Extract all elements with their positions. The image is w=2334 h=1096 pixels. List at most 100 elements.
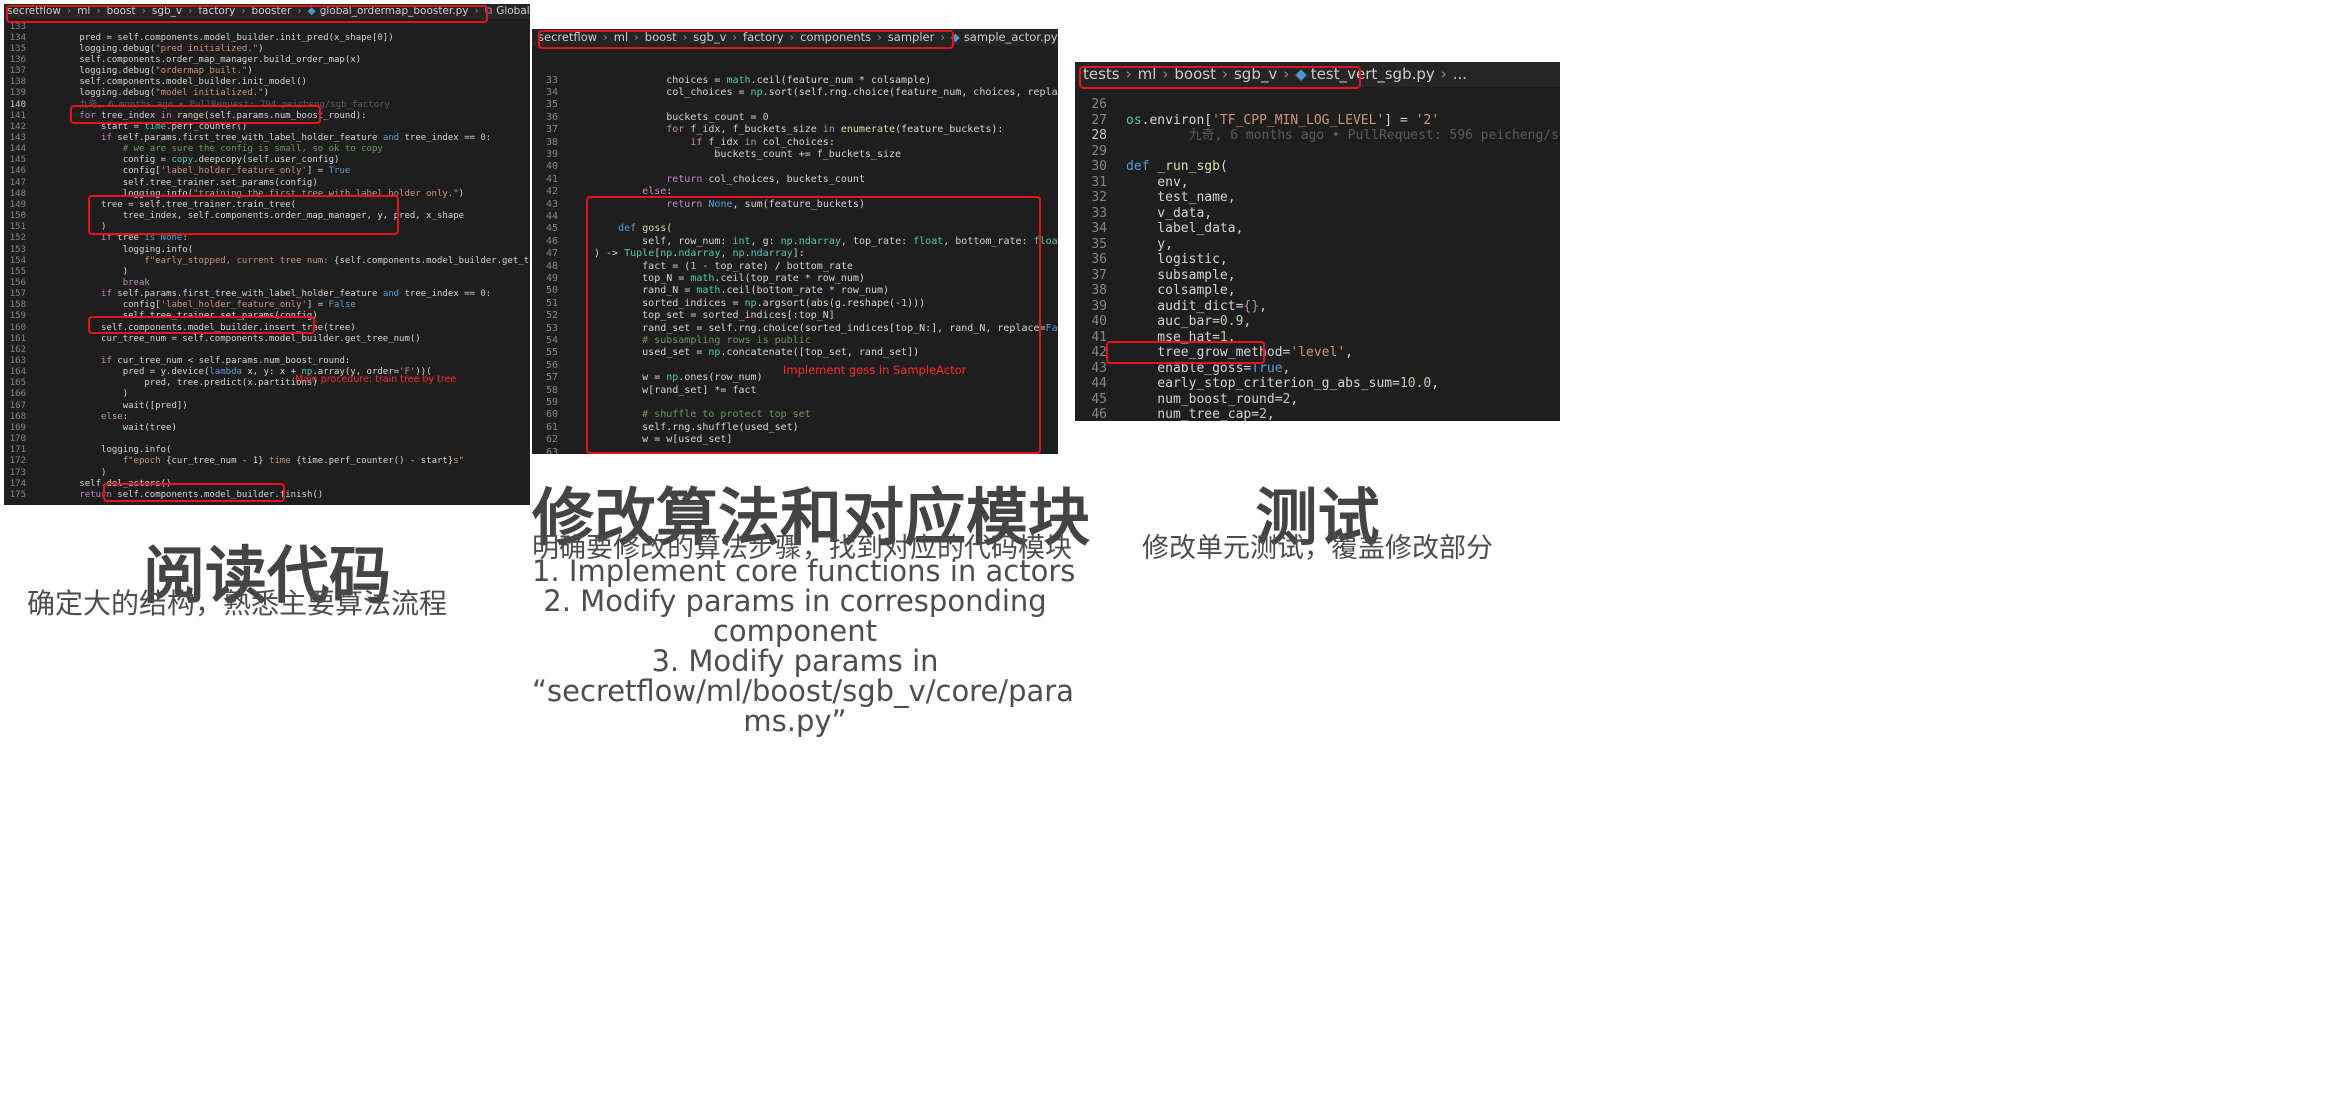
code-line: 37 for f_idx, f_buckets_size in enumerat… xyxy=(532,124,1058,136)
breadcrumb-item[interactable]: factory xyxy=(743,30,784,44)
code-line: 31 env, xyxy=(1075,175,1560,191)
line-number: 154 xyxy=(9,255,26,266)
line-number: 35 xyxy=(545,99,558,111)
code-line: 39 audit_dict={}, xyxy=(1075,299,1560,315)
code-line: 34 col_choices = np.sort(self.rng.choice… xyxy=(532,87,1058,99)
breadcrumb-item[interactable]: ml xyxy=(614,30,628,44)
code-token: float xyxy=(1033,235,1058,247)
code-token: "ordermap built." xyxy=(155,66,248,77)
code-line: 60 # shuffle to protect top set xyxy=(532,409,1058,421)
line-number: 160 xyxy=(9,322,26,333)
code-line: 49 top_N = math.ceil(top_rate * row_num) xyxy=(532,273,1058,285)
code-line: 55 used_set = np.concatenate([top_set, r… xyxy=(532,347,1058,359)
code-token: , xyxy=(1259,298,1267,314)
code-line: 38 if f_idx in col_choices: xyxy=(532,137,1058,149)
chevron-right-icon: › xyxy=(940,30,945,44)
code-line: 36 buckets_count = 0 xyxy=(532,112,1058,124)
line-number: 61 xyxy=(545,421,558,433)
line-number: 35 xyxy=(1091,236,1107,252)
code-token: f"early_stopped, current tree num: xyxy=(144,255,335,266)
line-number: 48 xyxy=(545,260,558,272)
code-token: range xyxy=(176,110,205,121)
line-number: 153 xyxy=(9,244,26,255)
breadcrumb-item[interactable]: global_ordermap_booster.py xyxy=(320,5,469,17)
code-token: x, y: x + xyxy=(241,367,302,378)
code-token: time xyxy=(144,121,167,132)
code-token: : xyxy=(182,233,188,244)
code-line: 39 buckets_count += f_buckets_size xyxy=(532,149,1058,161)
line-number: 171 xyxy=(9,445,26,456)
code-token: cur_tree_num = self.components.model_bui… xyxy=(36,333,421,344)
code-token: col_choices = xyxy=(594,86,751,98)
code-token: audit_dict= xyxy=(1126,298,1244,314)
breadcrumb-item[interactable]: sgb_v xyxy=(152,5,182,17)
line-number: 34 xyxy=(545,86,558,98)
breadcrumb-item[interactable]: sample_actor.py xyxy=(964,30,1058,44)
code-token: .argsort( xyxy=(756,297,811,309)
code-token: {cur_tree_num - 1} xyxy=(166,456,264,467)
breadcrumb-item[interactable]: GlobalOrdermapBooster xyxy=(496,5,530,17)
code-line: 144 # we are sure the config is small, s… xyxy=(4,144,530,155)
code-line: 152 if tree is None: xyxy=(4,233,530,244)
line-number: 38 xyxy=(545,136,558,148)
breadcrumb-item[interactable]: secretflow xyxy=(538,30,597,44)
code-token: enumerate xyxy=(840,124,896,136)
code-line: 43 return None, sum(feature_buckets) xyxy=(532,199,1058,211)
code-line: 46 self, row_num: int, g: np.ndarray, to… xyxy=(532,236,1058,248)
code-token: choices = xyxy=(594,74,727,86)
breadcrumb-item[interactable]: tests xyxy=(1083,65,1120,83)
breadcrumb-item[interactable]: boost xyxy=(1174,65,1216,83)
breadcrumb-item[interactable]: boost xyxy=(645,30,677,44)
line-number: 133 xyxy=(9,21,26,32)
code-token: False xyxy=(328,300,356,311)
code-line: 139 logging.debug("model initialized.") xyxy=(4,88,530,99)
code-line: 43 enable_goss=True, xyxy=(1075,361,1560,377)
code-token: f"epoch xyxy=(122,456,167,467)
line-number: 56 xyxy=(545,359,558,371)
code-token: and xyxy=(382,289,400,300)
code-token: 1 xyxy=(1219,329,1228,345)
code-token: .perf_counter() xyxy=(166,121,248,132)
breadcrumb-item[interactable]: booster xyxy=(252,5,292,17)
caption-step-line: 3. Modify params in xyxy=(651,644,939,678)
code-token: f_idx xyxy=(702,136,745,148)
code-token: , xyxy=(720,248,733,260)
line-number: 51 xyxy=(545,297,558,309)
breadcrumb-item[interactable]: factory xyxy=(198,5,235,17)
breadcrumb-item[interactable]: ml xyxy=(1138,65,1157,83)
code-token: col_choices, buckets_count xyxy=(702,173,865,185)
code-token: math xyxy=(696,285,721,297)
code-line: 26 xyxy=(1075,97,1560,113)
line-number: 41 xyxy=(1091,329,1107,345)
breadcrumb-item[interactable]: boost xyxy=(107,5,136,17)
code-token: , top_rate: xyxy=(840,235,914,247)
code-token: self.params.first_tree_with_label_holder… xyxy=(111,289,383,300)
code-token: (feature_buckets) xyxy=(762,198,865,210)
code-line: 150 tree_index, self.components.order_ma… xyxy=(4,211,530,222)
code-token: rand_set = self.rng.choice(sorted_indice… xyxy=(594,322,1046,334)
breadcrumb-item[interactable]: secretflow xyxy=(7,5,61,17)
line-number: 58 xyxy=(545,384,558,396)
code-token: (feature_buckets): xyxy=(895,124,1004,136)
code-token: : xyxy=(485,289,492,300)
code-token: colsample, xyxy=(1126,283,1236,298)
line-number: 46 xyxy=(545,235,558,247)
breadcrumb-item[interactable]: test_vert_sgb.py xyxy=(1311,65,1435,83)
code-line: 145 config = copy.deepcopy(self.user_con… xyxy=(4,155,530,166)
chevron-right-icon: › xyxy=(297,5,302,17)
breadcrumb-item[interactable]: ml xyxy=(77,5,90,17)
breadcrumb-item[interactable]: sgb_v xyxy=(1234,65,1277,83)
breadcrumb-item[interactable]: ... xyxy=(1453,65,1467,83)
breadcrumb-item[interactable]: sampler xyxy=(888,30,935,44)
chevron-right-icon: › xyxy=(682,30,688,44)
code-line: 44 xyxy=(532,211,1058,223)
line-number: 43 xyxy=(1091,360,1107,376)
breadcrumb-item[interactable]: components xyxy=(800,30,871,44)
breadcrumb-item[interactable]: sgb_v xyxy=(693,30,726,44)
code-line: 29 xyxy=(1075,144,1560,160)
code-token: cur_tree_num < self.params.num_boost_rou… xyxy=(111,356,351,366)
